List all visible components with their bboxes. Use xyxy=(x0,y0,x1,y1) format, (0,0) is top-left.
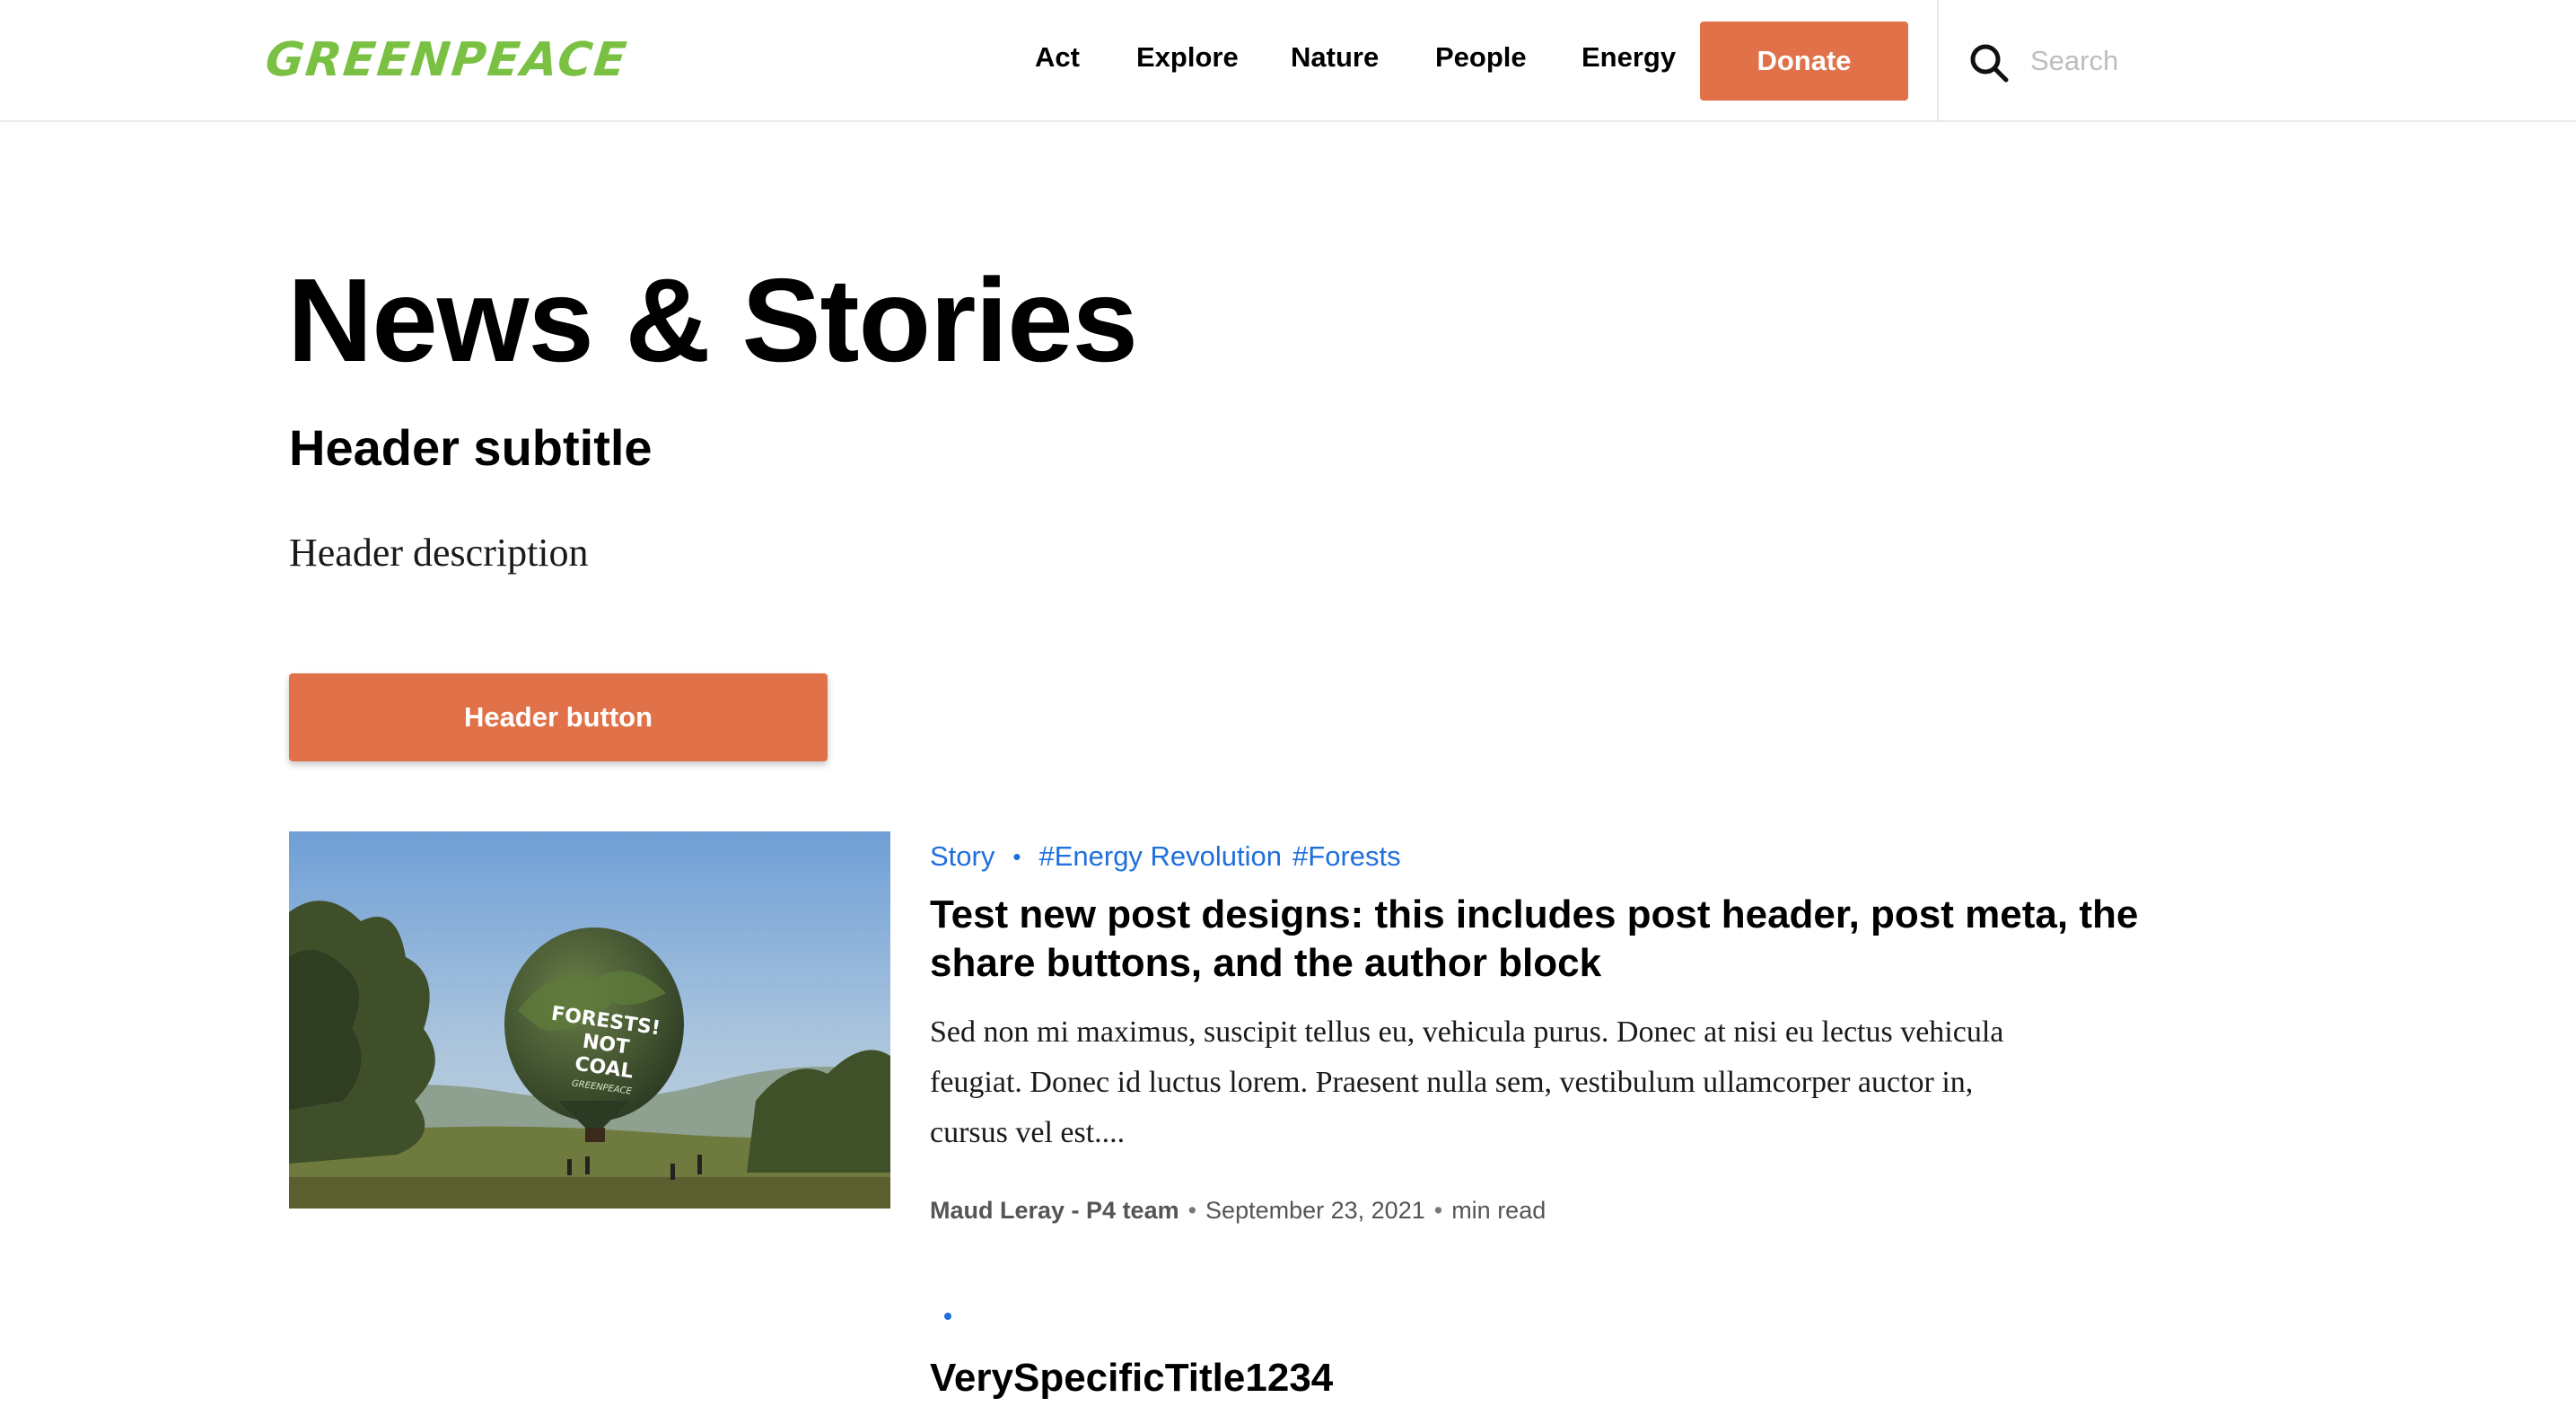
donate-button[interactable]: Donate xyxy=(1700,22,1908,101)
nav-item-explore[interactable]: Explore xyxy=(1136,41,1239,74)
page-subtitle: Header subtitle xyxy=(289,419,653,476)
post-meta-top: Story • #Energy Revolution #Forests xyxy=(930,839,1412,875)
meta-dot-separator: • xyxy=(1187,1197,1197,1224)
post-excerpt: Sed non mi maximus, suscipit tellus eu, … xyxy=(930,1015,2004,1149)
search-icon[interactable] xyxy=(1967,41,2011,84)
balloon-photo: FORESTS! NOT COAL GREENPEACE xyxy=(289,831,890,1209)
post-tag-link[interactable]: #Energy Revolution xyxy=(1038,839,1282,875)
meta-dot-separator xyxy=(944,1313,951,1320)
post-title-link[interactable]: Test new post designs: this includes pos… xyxy=(930,891,2240,988)
nav-item-energy[interactable]: Energy xyxy=(1582,41,1676,74)
greenpeace-logo[interactable]: GREENPEACE xyxy=(263,32,631,88)
top-navigation: GREENPEACE Act Explore Nature People Ene… xyxy=(0,0,2576,122)
post-thumbnail-image[interactable]: FORESTS! NOT COAL GREENPEACE xyxy=(289,831,890,1209)
nav-item-act[interactable]: Act xyxy=(1035,41,1080,74)
post-title-link[interactable]: VerySpecificTitle1234 xyxy=(930,1354,1333,1402)
post-tag-link[interactable]: #Forests xyxy=(1292,839,1401,875)
header-button[interactable]: Header button xyxy=(289,673,828,761)
meta-dot-separator: • xyxy=(1433,1197,1443,1224)
meta-dot-separator: • xyxy=(1012,843,1021,870)
post-author-link[interactable]: Maud Leray - P4 team xyxy=(930,1192,1179,1228)
post-meta-bottom: Maud Leray - P4 team • September 23, 202… xyxy=(930,1192,1546,1228)
nav-divider xyxy=(1937,0,1939,122)
search-input[interactable] xyxy=(2030,34,2533,88)
nav-item-nature[interactable]: Nature xyxy=(1291,41,1379,74)
nav-item-people[interactable]: People xyxy=(1435,41,1527,74)
post-date: September 23, 2021 xyxy=(1205,1197,1425,1224)
post-read-time: min read xyxy=(1451,1197,1546,1224)
page-title: News & Stories xyxy=(287,254,1138,386)
post-type-link[interactable]: Story xyxy=(930,839,994,875)
page-description: Header description xyxy=(289,531,589,575)
